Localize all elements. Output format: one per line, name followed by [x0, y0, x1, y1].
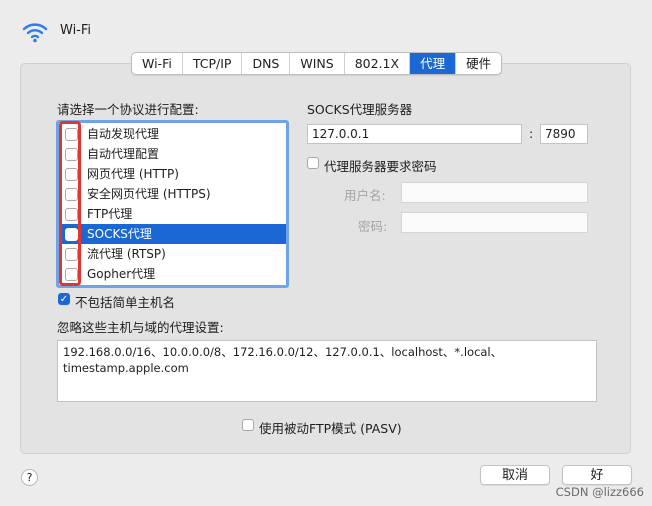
tab-bar: Wi-Fi TCP/IP DNS WINS 802.1X 代理 硬件 — [131, 52, 503, 75]
tab-wins[interactable]: WINS — [290, 53, 345, 74]
wifi-icon — [22, 20, 48, 44]
tab-dns[interactable]: DNS — [242, 53, 291, 74]
protocol-list-heading: 请选择一个协议进行配置: — [57, 102, 199, 117]
tab-hardware[interactable]: 硬件 — [456, 53, 501, 74]
socks-server-heading: SOCKS代理服务器 — [307, 102, 413, 117]
bypass-heading: 忽略这些主机与域的代理设置: — [57, 320, 224, 335]
protocol-label: 流代理 (RTSP) — [87, 247, 166, 261]
protocol-item-rtsp[interactable]: 流代理 (RTSP) — [59, 244, 286, 264]
passive-ftp-checkbox[interactable] — [242, 419, 254, 431]
exclude-simple-hostnames-label: 不包括简单主机名 — [75, 295, 176, 310]
protocol-item-socks[interactable]: SOCKS代理 — [59, 224, 286, 244]
socks-port-field[interactable]: 7890 — [540, 124, 588, 144]
socks-host-field[interactable]: 127.0.0.1 — [307, 124, 522, 144]
protocol-label: Gopher代理 — [87, 267, 156, 281]
protocol-item-auto-discovery[interactable]: 自动发现代理 — [59, 124, 286, 144]
protocol-label: SOCKS代理 — [87, 227, 152, 241]
bypass-hosts-textarea[interactable]: 192.168.0.0/16、10.0.0.0/8、172.16.0.0/12、… — [57, 340, 597, 402]
protocol-label: 自动发现代理 — [87, 127, 160, 141]
require-password-label: 代理服务器要求密码 — [324, 159, 437, 174]
ok-button[interactable]: 好 — [562, 465, 632, 485]
cancel-button[interactable]: 取消 — [480, 465, 550, 485]
protocol-label: 自动代理配置 — [87, 147, 160, 161]
exclude-simple-hostnames-checkbox[interactable]: ✓ — [58, 293, 70, 305]
require-password-checkbox[interactable] — [307, 157, 319, 169]
tab-tcpip[interactable]: TCP/IP — [183, 53, 243, 74]
protocol-item-http[interactable]: 网页代理 (HTTP) — [59, 164, 286, 184]
tab-proxies[interactable]: 代理 — [410, 53, 457, 74]
protocol-item-gopher[interactable]: Gopher代理 — [59, 264, 286, 284]
username-field[interactable] — [401, 182, 588, 203]
protocol-label: FTP代理 — [87, 207, 133, 221]
help-button[interactable]: ? — [21, 469, 38, 486]
protocol-list: 自动发现代理 自动代理配置 网页代理 (HTTP) 安全网页代理 (HTTPS)… — [56, 120, 289, 288]
window-title: Wi-Fi — [60, 23, 92, 38]
passive-ftp-label: 使用被动FTP模式 (PASV) — [259, 421, 402, 436]
watermark: CSDN @lizz666 — [555, 485, 644, 499]
tab-8021x[interactable]: 802.1X — [345, 53, 411, 74]
password-label: 密码: — [358, 219, 388, 234]
username-label: 用户名: — [344, 188, 386, 203]
protocol-label: 网页代理 (HTTP) — [87, 167, 179, 181]
port-separator: : — [529, 126, 534, 141]
protocol-label: 安全网页代理 (HTTPS) — [87, 187, 211, 201]
checkbox-highlight-box — [59, 121, 81, 286]
protocol-item-auto-config[interactable]: 自动代理配置 — [59, 144, 286, 164]
protocol-item-https[interactable]: 安全网页代理 (HTTPS) — [59, 184, 286, 204]
protocol-item-ftp[interactable]: FTP代理 — [59, 204, 286, 224]
password-field[interactable] — [401, 212, 588, 233]
tab-wifi[interactable]: Wi-Fi — [132, 53, 183, 74]
